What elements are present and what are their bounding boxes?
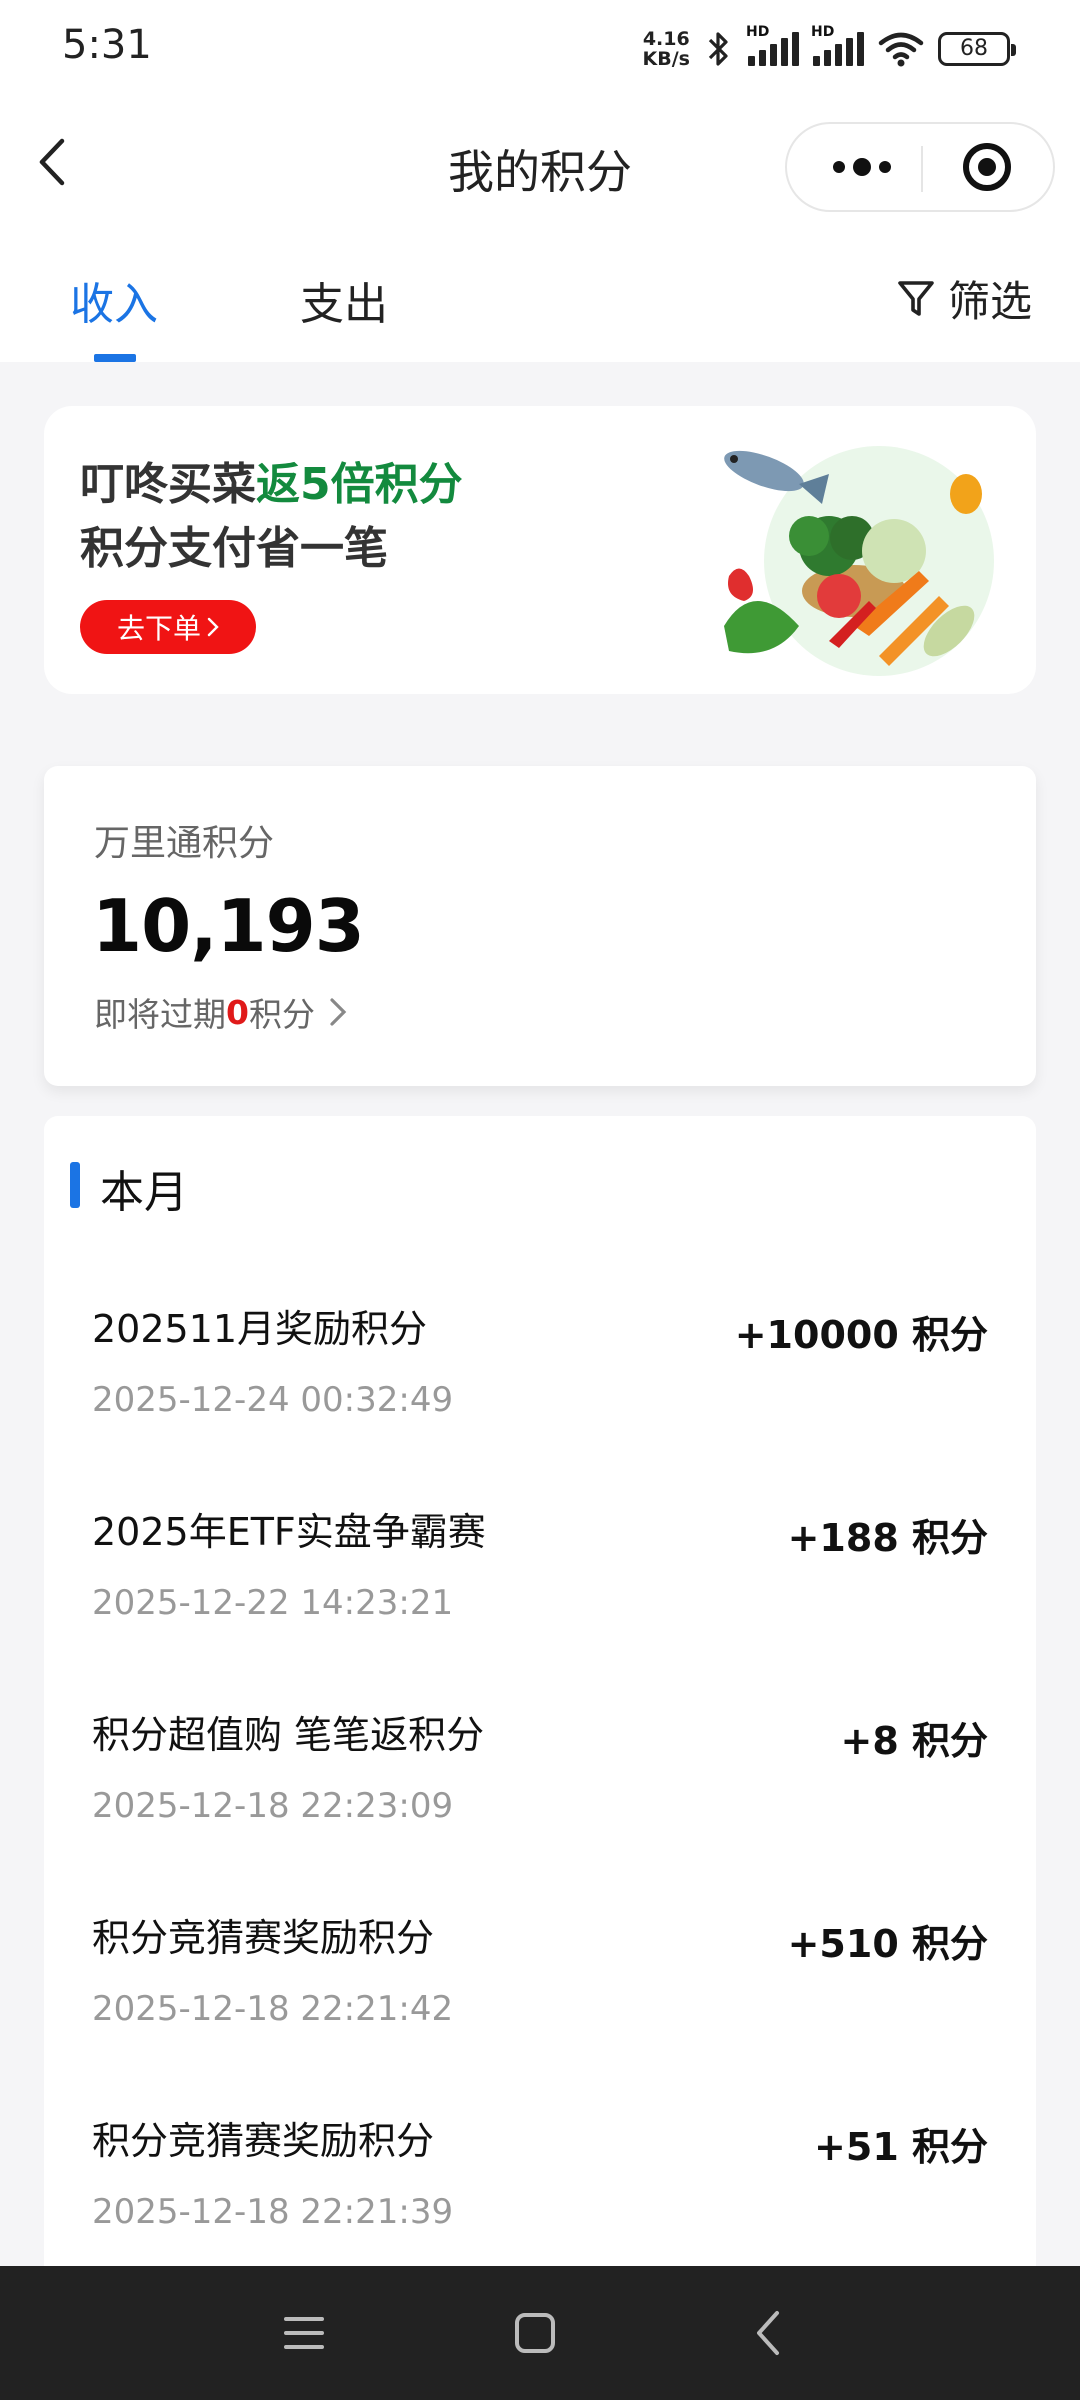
list-item[interactable]: 积分竞猜赛奖励积分 +510 积分 2025-12-18 22:21:42 bbox=[44, 1907, 1036, 2110]
bluetooth-icon bbox=[708, 32, 728, 66]
record-amount: +8 积分 bbox=[840, 1719, 988, 1763]
network-speed: 4.16 KB/s bbox=[642, 28, 690, 70]
filter-label: 筛选 bbox=[947, 277, 1032, 326]
tab-expense[interactable]: 支出 bbox=[300, 268, 388, 332]
expire-suffix: 积分 bbox=[248, 995, 315, 1034]
record-amount: +188 积分 bbox=[787, 1516, 988, 1560]
expiring-points-link[interactable]: 即将过期 0 积分 bbox=[94, 988, 347, 1036]
dot-icon bbox=[853, 158, 871, 176]
points-records: 本月 202511月奖励积分 +10000 积分 2025-12-24 00:3… bbox=[44, 1116, 1036, 2266]
record-time: 2025-12-22 14:23:21 bbox=[92, 1583, 454, 1623]
home-button[interactable] bbox=[475, 2266, 595, 2400]
record-time: 2025-12-18 22:23:09 bbox=[92, 1786, 454, 1826]
list-item[interactable]: 积分竞猜赛奖励积分 +51 积分 2025-12-18 22:21:39 bbox=[44, 2110, 1036, 2266]
record-title: 202511月奖励积分 bbox=[92, 1307, 428, 1351]
vegetables-illustration bbox=[724, 446, 994, 676]
filter-button[interactable]: 筛选 bbox=[896, 268, 1032, 329]
promo-subheadline: 积分支付省一笔 bbox=[80, 523, 388, 574]
target-icon bbox=[963, 143, 1011, 191]
system-back-button[interactable] bbox=[708, 2266, 828, 2400]
section-title: 本月 bbox=[100, 1167, 188, 1218]
dot-icon bbox=[833, 161, 845, 173]
filter-icon bbox=[898, 280, 934, 316]
status-bar: 5:31 4.16 KB/s HD HD 68 bbox=[0, 0, 1080, 96]
wifi-icon bbox=[878, 32, 924, 67]
expire-count: 0 bbox=[226, 992, 249, 1032]
capsule-divider bbox=[921, 146, 923, 192]
list-item[interactable]: 2025年ETF实盘争霸赛 +188 积分 2025-12-22 14:23:2… bbox=[44, 1501, 1036, 1704]
record-amount: +51 积分 bbox=[814, 2125, 988, 2169]
record-amount: +10000 积分 bbox=[734, 1313, 988, 1357]
battery-icon: 68 bbox=[938, 32, 1016, 66]
record-title: 积分竞猜赛奖励积分 bbox=[92, 1916, 435, 1960]
points-balance-card: 万里通积分 10,193 即将过期 0 积分 bbox=[44, 766, 1036, 1086]
expire-prefix: 即将过期 bbox=[94, 995, 226, 1034]
menu-icon bbox=[284, 2317, 324, 2349]
record-time: 2025-12-18 22:21:42 bbox=[92, 1989, 454, 2029]
record-title: 2025年ETF实盘争霸赛 bbox=[92, 1510, 486, 1554]
dot-icon bbox=[879, 161, 891, 173]
record-time: 2025-12-18 22:21:39 bbox=[92, 2192, 454, 2232]
record-title: 积分竞猜赛奖励积分 bbox=[92, 2119, 435, 2163]
mini-program-capsule bbox=[785, 122, 1055, 212]
points-value: 10,193 bbox=[92, 884, 365, 968]
more-options-button[interactable] bbox=[807, 124, 917, 210]
tab-income[interactable]: 收入 bbox=[70, 268, 158, 332]
close-mini-program-button[interactable] bbox=[927, 124, 1047, 210]
list-item[interactable]: 202511月奖励积分 +10000 积分 2025-12-24 00:32:4… bbox=[44, 1298, 1036, 1501]
status-icons: 4.16 KB/s HD HD 68 bbox=[642, 24, 1016, 74]
chevron-right-icon bbox=[207, 617, 219, 637]
record-title: 积分超值购 笔笔返积分 bbox=[92, 1713, 485, 1757]
signal-icon-2: HD bbox=[811, 24, 864, 66]
chevron-left-icon bbox=[757, 2311, 779, 2355]
promo-banner[interactable]: 叮咚买菜返5倍积分 积分支付省一笔 去下单 bbox=[44, 406, 1036, 694]
points-label: 万里通积分 bbox=[94, 823, 275, 864]
active-tab-indicator bbox=[94, 354, 136, 362]
list-item[interactable]: 积分超值购 笔笔返积分 +8 积分 2025-12-18 22:23:09 bbox=[44, 1704, 1036, 1907]
section-marker bbox=[70, 1162, 80, 1208]
chevron-right-icon bbox=[330, 998, 347, 1026]
square-icon bbox=[515, 2313, 555, 2353]
navigation-bar: 我的积分 bbox=[0, 96, 1080, 246]
tab-bar: 收入 支出 筛选 bbox=[0, 246, 1080, 362]
status-time: 5:31 bbox=[62, 22, 152, 68]
promo-headline: 叮咚买菜返5倍积分 bbox=[80, 459, 463, 510]
record-time: 2025-12-24 00:32:49 bbox=[92, 1380, 454, 1420]
order-button-label: 去下单 bbox=[116, 612, 201, 645]
order-button[interactable]: 去下单 bbox=[80, 600, 256, 654]
recent-apps-button[interactable] bbox=[244, 2266, 364, 2400]
signal-icon-1: HD bbox=[746, 24, 799, 66]
record-amount: +510 积分 bbox=[787, 1922, 988, 1966]
system-navigation-bar bbox=[0, 2266, 1080, 2400]
